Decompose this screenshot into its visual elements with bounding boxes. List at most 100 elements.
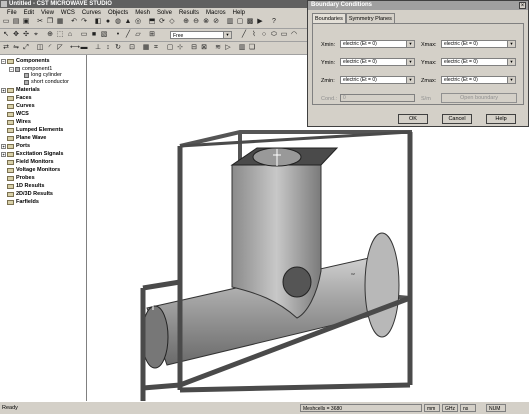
menu-view[interactable]: View <box>41 10 54 16</box>
pointer-icon[interactable]: ↖ <box>2 31 10 39</box>
pick-edge-icon[interactable]: ╱ <box>124 31 132 39</box>
cascade-icon[interactable]: ❏ <box>248 44 256 52</box>
tab-symmetry-planes[interactable]: Symmetry Planes <box>345 13 395 23</box>
help-icon[interactable]: ? <box>270 18 278 26</box>
menu-results[interactable]: Results <box>179 10 199 16</box>
boundary-icon[interactable]: ▢ <box>236 18 244 26</box>
tree-item-long-cylinder[interactable]: long cylinder <box>24 72 62 78</box>
view-mode-select[interactable]: Free ▼ <box>170 31 232 39</box>
open-boundary-button[interactable]: Open boundary <box>441 93 517 103</box>
redo-icon[interactable]: ↷ <box>80 18 88 26</box>
tree-item-plane-wave[interactable]: Plane Wave <box>7 135 46 141</box>
tree-item-farfields[interactable]: Farfields <box>7 199 39 205</box>
scale-icon[interactable]: ⤢ <box>22 44 30 52</box>
tile-icon[interactable]: ▥ <box>238 44 246 52</box>
tree-item-2d3d-results[interactable]: 2D/3D Results <box>7 191 53 197</box>
align-wcs-icon[interactable]: ⊞ <box>148 31 156 39</box>
collapse-icon[interactable]: − <box>9 66 14 72</box>
help-button[interactable]: Help <box>486 114 516 124</box>
cut-plane-icon[interactable]: ⊟ <box>190 44 198 52</box>
polyline-icon[interactable]: ⌇ <box>250 31 258 39</box>
local-wcs-icon[interactable]: ⊥ <box>94 44 102 52</box>
tree-item-wcs[interactable]: WCS <box>7 111 29 117</box>
cut-icon[interactable]: ✂ <box>36 18 44 26</box>
snap-icon[interactable]: ⌗ <box>152 44 160 52</box>
tree-item-lumped-elements[interactable]: Lumped Elements <box>7 127 63 133</box>
xmin-select[interactable]: electric (Et = 0) ▼ <box>340 40 415 48</box>
boolean-intersect-icon[interactable]: ⊗ <box>202 18 210 26</box>
xmax-select[interactable]: electric (Et = 0) ▼ <box>441 40 516 48</box>
ymin-select[interactable]: electric (Et = 0) ▼ <box>340 58 415 66</box>
chamfer-icon[interactable]: ◸ <box>56 44 64 52</box>
shaded-icon[interactable]: ■ <box>90 31 98 39</box>
zoom-window-icon[interactable]: ⬚ <box>56 31 64 39</box>
menu-objects[interactable]: Objects <box>108 10 128 16</box>
ok-button[interactable]: OK <box>398 114 428 124</box>
rotate-wcs-icon[interactable]: ↻ <box>114 44 122 52</box>
boolean-add-icon[interactable]: ⊕ <box>182 18 190 26</box>
menu-edit[interactable]: Edit <box>24 10 34 16</box>
wcs-toggle-icon[interactable]: ⊡ <box>128 44 136 52</box>
undo-icon[interactable]: ↶ <box>70 18 78 26</box>
tree-item-ports[interactable]: + Ports <box>1 143 30 149</box>
save-icon[interactable]: ▣ <box>22 18 30 26</box>
rotate-icon[interactable]: ⟳ <box>158 18 166 26</box>
rotate-view-icon[interactable]: ✥ <box>12 31 20 39</box>
bbox-icon[interactable]: ▢ <box>166 44 174 52</box>
close-icon[interactable]: × <box>519 2 526 9</box>
mirror-icon[interactable]: ⇋ <box>12 44 20 52</box>
tree-item-faces[interactable]: Faces <box>7 95 32 101</box>
line-icon[interactable]: ╱ <box>240 31 248 39</box>
boolean-insert-icon[interactable]: ⊘ <box>212 18 220 26</box>
expand-icon[interactable]: + <box>1 151 6 157</box>
brick-icon[interactable]: ◧ <box>94 18 102 26</box>
cancel-button[interactable]: Cancel <box>442 114 472 124</box>
tree-item-components[interactable]: − Components <box>1 58 50 64</box>
mesh-view-icon[interactable]: ⊠ <box>200 44 208 52</box>
wireframe-icon[interactable]: ▭ <box>80 31 88 39</box>
zmin-select[interactable]: electric (Et = 0) ▼ <box>340 76 415 84</box>
circle-icon[interactable]: ○ <box>260 31 268 39</box>
cone-icon[interactable]: ▲ <box>124 18 132 26</box>
measure-icon[interactable]: ⟷ <box>70 44 80 52</box>
zmax-select[interactable]: electric (Et = 0) ▼ <box>441 76 516 84</box>
zoom-icon[interactable]: ⊕ <box>46 31 54 39</box>
torus-icon[interactable]: ◎ <box>134 18 142 26</box>
menu-macros[interactable]: Macros <box>206 10 226 16</box>
open-file-icon[interactable]: ▤ <box>12 18 20 26</box>
ellipse-icon[interactable]: ⬭ <box>270 31 278 39</box>
tab-boundaries[interactable]: Boundaries <box>312 13 346 23</box>
pick-face-icon[interactable]: ▱ <box>134 31 142 39</box>
loft-icon[interactable]: ◇ <box>168 18 176 26</box>
cond-input[interactable]: 0 <box>340 94 415 102</box>
cylinder-icon[interactable]: ◍ <box>114 18 122 26</box>
grid-icon[interactable]: ▦ <box>142 44 150 52</box>
field-plot-icon[interactable]: ≋ <box>214 44 222 52</box>
move-wcs-icon[interactable]: ↕ <box>104 44 112 52</box>
port-icon[interactable]: ▥ <box>226 18 234 26</box>
transform-icon[interactable]: ⇄ <box>2 44 10 52</box>
tree-item-short-conductor[interactable]: short conductor <box>24 79 69 85</box>
expand-icon[interactable]: + <box>1 87 6 93</box>
blend-icon[interactable]: ◜ <box>46 44 54 52</box>
menu-help[interactable]: Help <box>233 10 245 16</box>
arc-icon[interactable]: ◠ <box>290 31 298 39</box>
solver-icon[interactable]: ▶ <box>256 18 264 26</box>
tree-item-wires[interactable]: Wires <box>7 119 31 125</box>
tree-item-curves[interactable]: Curves <box>7 103 35 109</box>
tree-item-1d-results[interactable]: 1D Results <box>7 183 44 189</box>
menu-wcs[interactable]: WCS <box>61 10 75 16</box>
menu-solve[interactable]: Solve <box>157 10 172 16</box>
menu-file[interactable]: File <box>7 10 17 16</box>
copy-icon[interactable]: ❐ <box>46 18 54 26</box>
axes-icon[interactable]: ⊹ <box>176 44 184 52</box>
menu-mesh[interactable]: Mesh <box>135 10 150 16</box>
ymax-select[interactable]: electric (Et = 0) ▼ <box>441 58 516 66</box>
rectangle-icon[interactable]: ▭ <box>280 31 288 39</box>
collapse-icon[interactable]: − <box>1 58 6 64</box>
expand-icon[interactable]: + <box>1 143 6 149</box>
extrude-icon[interactable]: ⬒ <box>148 18 156 26</box>
paste-icon[interactable]: ▦ <box>56 18 64 26</box>
tree-item-field-monitors[interactable]: Field Monitors <box>7 159 54 165</box>
new-file-icon[interactable]: ▭ <box>2 18 10 26</box>
